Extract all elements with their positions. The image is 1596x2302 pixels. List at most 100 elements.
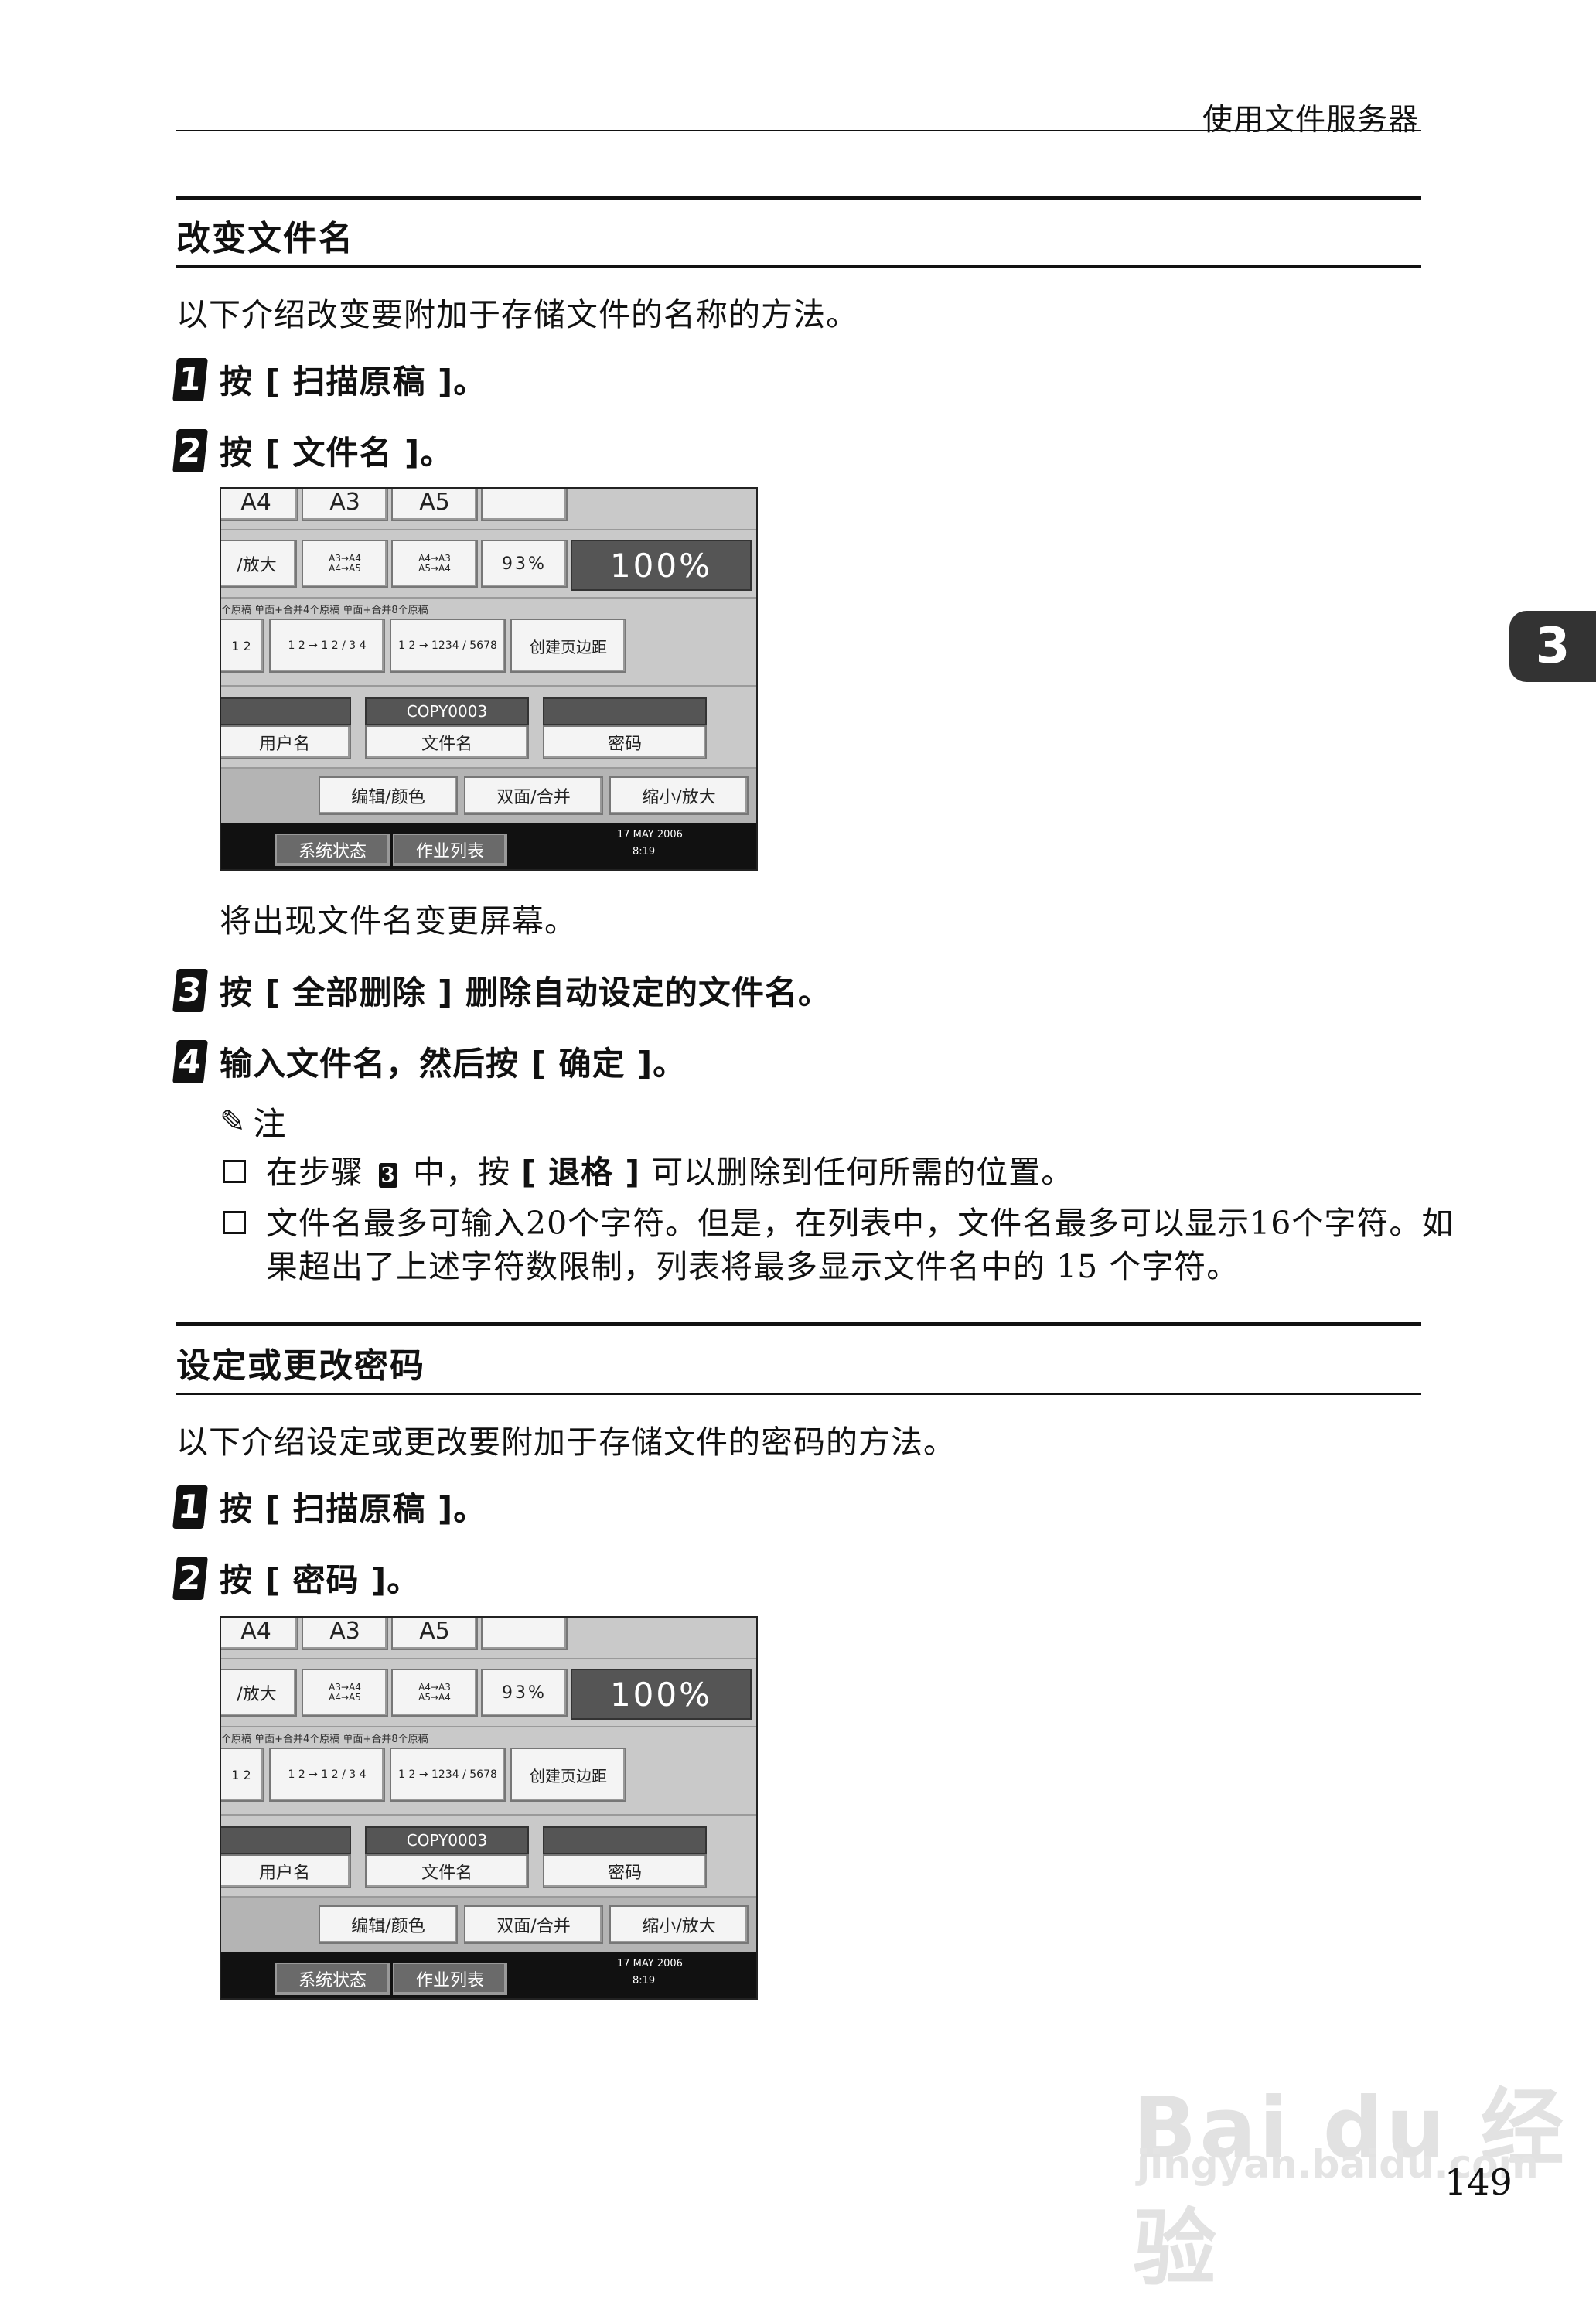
create-margin-button[interactable]: 创建页边距 <box>510 1748 626 1802</box>
ratio-93-button[interactable]: 93% <box>481 540 568 588</box>
note-label: 注 <box>253 1105 286 1143</box>
divider <box>221 1814 756 1816</box>
step-text: 输入文件名，然后按 [ 确定 ]。 <box>220 1045 687 1083</box>
create-margin-button[interactable]: 创建页边距 <box>510 619 626 673</box>
note-text: 在步骤 <box>266 1154 363 1191</box>
ratio-display: 100% <box>571 540 752 591</box>
section-intro: 以下介绍改变要附加于存储文件的名称的方法。 <box>176 296 858 333</box>
password-button[interactable]: 密码 <box>543 725 707 759</box>
paper-a5-button[interactable]: A5 <box>391 1618 478 1650</box>
page-number: 149 <box>1444 2161 1512 2203</box>
note-item: 在步骤 3 中，按 [ 退格 ] 可以删除到任何所需的位置。 <box>220 1151 1457 1194</box>
divider <box>221 1658 756 1659</box>
ratio-reduce-button[interactable]: A3→A4 A4→A5 <box>302 1669 388 1717</box>
ratio-reduce-button[interactable]: A3→A4 A4→A5 <box>302 540 388 588</box>
paper-blank-button[interactable] <box>481 1618 568 1650</box>
step-number: 4 <box>172 1039 208 1083</box>
step-4: 4 输入文件名，然后按 [ 确定 ]。 <box>172 1038 687 1085</box>
combine-8-button[interactable]: 1 2 → 1234 / 5678 <box>390 1748 506 1802</box>
ratio-enlarge-button[interactable]: A4→A3 A5→A4 <box>391 540 478 588</box>
divider <box>221 685 756 687</box>
step-number: 2 <box>172 428 208 472</box>
running-header: 使用文件服务器 <box>1202 103 1420 138</box>
file-name-button[interactable]: 文件名 <box>365 1854 529 1888</box>
step-1: 1 按 [ 扫描原稿 ]。 <box>172 356 487 403</box>
note-text: 中，按 <box>413 1154 511 1191</box>
divider <box>221 529 756 530</box>
note-heading: ✎ 注 <box>220 1098 286 1145</box>
step-text: 按 [ 全部删除 ] 删除自动设定的文件名。 <box>220 974 831 1011</box>
step-number: 2 <box>172 1556 208 1600</box>
job-list-button[interactable]: 作业列表 <box>393 834 507 866</box>
ratio-display: 100% <box>571 1669 752 1720</box>
duplex-combine-tab[interactable]: 双面/合并 <box>464 776 603 815</box>
section-top-rule <box>176 196 1421 200</box>
reduce-enlarge-tab[interactable]: 缩小/放大 <box>609 776 749 815</box>
note-item: 文件名最多可输入20个字符。但是，在列表中，文件名最多可以显示16个字符。如果超… <box>220 1202 1457 1288</box>
file-value: COPY0003 <box>365 697 529 725</box>
combine-1-button[interactable]: 1 2 <box>221 1748 264 1802</box>
copier-screen: A4 A3 A5 /放大 A3→A4 A4→A5 A4→A3 A5→A4 93%… <box>220 487 758 871</box>
copier-screen: A4 A3 A5 /放大 A3→A4 A4→A5 A4→A3 A5→A4 93%… <box>220 1616 758 2000</box>
user-value <box>221 697 351 725</box>
step-text: 按 [ 文件名 ]。 <box>220 434 454 472</box>
section-title: 设定或更改密码 <box>176 1346 425 1386</box>
note-text: 文件名最多可输入20个字符。但是，在列表中，文件名最多可以显示16个字符。如果超… <box>266 1205 1454 1285</box>
section-bottom-rule <box>176 265 1421 268</box>
date-display: 17 MAY 2006 <box>617 1958 683 1969</box>
paper-a3-button[interactable]: A3 <box>302 1618 388 1650</box>
step-1: 1 按 [ 扫描原稿 ]。 <box>172 1483 487 1530</box>
chapter-tab: 3 <box>1509 611 1596 682</box>
step-2: 2 按 [ 密码 ]。 <box>172 1554 421 1601</box>
combine-label: 个原稿 单面+合并4个原稿 单面+合并8个原稿 <box>221 605 428 616</box>
step-text: 按 [ 密码 ]。 <box>220 1561 421 1599</box>
paper-a4-button[interactable]: A4 <box>221 1618 298 1650</box>
enlarge-button[interactable]: /放大 <box>221 1669 297 1717</box>
enlarge-button[interactable]: /放大 <box>221 540 297 588</box>
duplex-combine-tab[interactable]: 双面/合并 <box>464 1905 603 1944</box>
header-rule <box>176 130 1421 131</box>
edit-color-tab[interactable]: 编辑/颜色 <box>319 1905 458 1944</box>
time-display: 8:19 <box>633 846 656 858</box>
password-value <box>543 697 707 725</box>
section-bottom-rule <box>176 1393 1421 1395</box>
password-button[interactable]: 密码 <box>543 1854 707 1888</box>
system-status-button[interactable]: 系统状态 <box>275 834 390 866</box>
system-status-button[interactable]: 系统状态 <box>275 1963 390 1995</box>
step-number: 1 <box>172 1485 208 1529</box>
note-text: 可以删除到任何所需的位置。 <box>651 1154 1074 1191</box>
date-display: 17 MAY 2006 <box>617 829 683 841</box>
key-label: [ 退格 ] <box>521 1154 641 1191</box>
step-ref: 3 <box>379 1162 398 1188</box>
combine-4-button[interactable]: 1 2 → 1 2 / 3 4 <box>269 1748 385 1802</box>
pencil-icon: ✎ <box>220 1103 246 1140</box>
combine-4-button[interactable]: 1 2 → 1 2 / 3 4 <box>269 619 385 673</box>
file-value: COPY0003 <box>365 1826 529 1854</box>
edit-color-tab[interactable]: 编辑/颜色 <box>319 776 458 815</box>
checkbox-icon <box>223 1160 246 1183</box>
ratio-93-button[interactable]: 93% <box>481 1669 568 1717</box>
step-text: 按 [ 扫描原稿 ]。 <box>220 1490 487 1528</box>
user-name-button[interactable]: 用户名 <box>221 725 351 759</box>
divider <box>221 597 756 599</box>
combine-8-button[interactable]: 1 2 → 1234 / 5678 <box>390 619 506 673</box>
user-name-button[interactable]: 用户名 <box>221 1854 351 1888</box>
divider <box>221 1726 756 1727</box>
step-number: 1 <box>172 357 208 401</box>
step-text: 按 [ 扫描原稿 ]。 <box>220 363 487 401</box>
password-value <box>543 1826 707 1854</box>
paper-blank-button[interactable] <box>481 489 568 521</box>
step-3: 3 按 [ 全部删除 ] 删除自动设定的文件名。 <box>172 967 831 1014</box>
job-list-button[interactable]: 作业列表 <box>393 1963 507 1995</box>
paper-a4-button[interactable]: A4 <box>221 489 298 521</box>
result-text: 将出现文件名变更屏幕。 <box>220 902 577 940</box>
combine-1-button[interactable]: 1 2 <box>221 619 264 673</box>
paper-a5-button[interactable]: A5 <box>391 489 478 521</box>
reduce-enlarge-tab[interactable]: 缩小/放大 <box>609 1905 749 1944</box>
step-number: 3 <box>172 968 208 1012</box>
ratio-enlarge-button[interactable]: A4→A3 A5→A4 <box>391 1669 478 1717</box>
section-intro: 以下介绍设定或更改要附加于存储文件的密码的方法。 <box>176 1424 956 1461</box>
paper-a3-button[interactable]: A3 <box>302 489 388 521</box>
file-name-button[interactable]: 文件名 <box>365 725 529 759</box>
section-title: 改变文件名 <box>176 219 354 258</box>
